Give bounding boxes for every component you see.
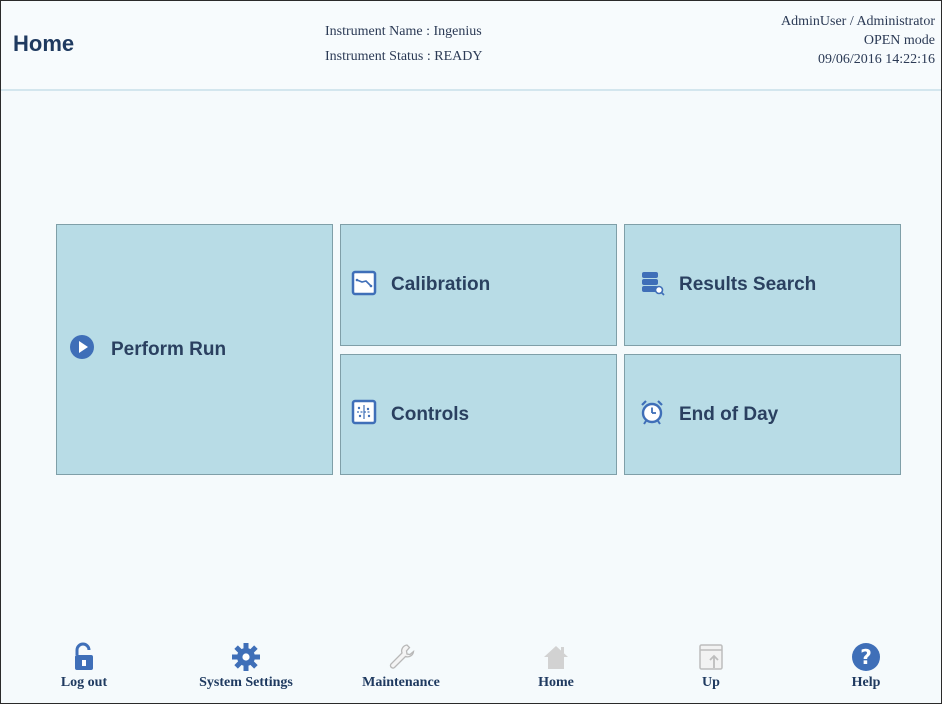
- datetime: 09/06/2016 14:22:16: [817, 52, 935, 67]
- help-icon: ?: [852, 643, 880, 671]
- header-bar: Home Instrument Name : Ingenius Instrume…: [1, 1, 941, 91]
- logout-label: Log out: [60, 675, 108, 690]
- instrument-status: Instrument Status : READY: [325, 49, 483, 64]
- controls-button[interactable]: Controls: [340, 354, 617, 475]
- end-of-day-button[interactable]: End of Day: [624, 354, 901, 475]
- logout-button[interactable]: Log out: [59, 641, 109, 691]
- help-label: Help: [851, 675, 881, 690]
- help-button[interactable]: ? Help: [841, 641, 891, 691]
- page-title: Home: [13, 31, 75, 56]
- play-icon: [69, 334, 95, 365]
- padlock-open-icon: [75, 642, 93, 670]
- user-info: AdminUser / Administrator OPEN mode 09/0…: [781, 12, 935, 69]
- up-label: Up: [702, 675, 720, 690]
- controls-label: Controls: [391, 403, 470, 425]
- gear-icon: [232, 643, 260, 671]
- app-window: Home Instrument Name : Ingenius Instrume…: [0, 0, 942, 704]
- calibration-icon: [351, 270, 377, 301]
- maintenance-button[interactable]: Maintenance: [346, 641, 456, 691]
- calibration-button[interactable]: Calibration: [340, 224, 617, 346]
- home-button[interactable]: Home: [526, 641, 586, 691]
- wrench-icon: [389, 644, 415, 669]
- perform-run-label: Perform Run: [111, 338, 227, 360]
- instrument-name: Instrument Name : Ingenius: [325, 24, 482, 39]
- system-settings-label: System Settings: [199, 675, 293, 690]
- access-mode: OPEN mode: [863, 33, 935, 48]
- calibration-label: Calibration: [391, 274, 491, 295]
- home-icon: [544, 646, 568, 669]
- end-of-day-label: End of Day: [679, 403, 779, 425]
- alarm-clock-icon: [639, 399, 665, 430]
- instrument-info: Instrument Name : Ingenius Instrument St…: [325, 19, 483, 69]
- svg-text:?: ?: [860, 645, 872, 669]
- perform-run-button[interactable]: Perform Run: [56, 224, 333, 475]
- controls-icon: [351, 399, 377, 430]
- up-button[interactable]: Up: [686, 641, 736, 691]
- results-search-button[interactable]: Results Search: [624, 224, 901, 346]
- system-settings-button[interactable]: System Settings: [181, 641, 311, 691]
- home-label: Home: [538, 675, 574, 690]
- results-search-label: Results Search: [679, 274, 817, 295]
- maintenance-label: Maintenance: [362, 675, 440, 690]
- user-role: AdminUser / Administrator: [781, 14, 935, 29]
- window-up-icon: [699, 644, 723, 670]
- database-search-icon: [639, 270, 665, 301]
